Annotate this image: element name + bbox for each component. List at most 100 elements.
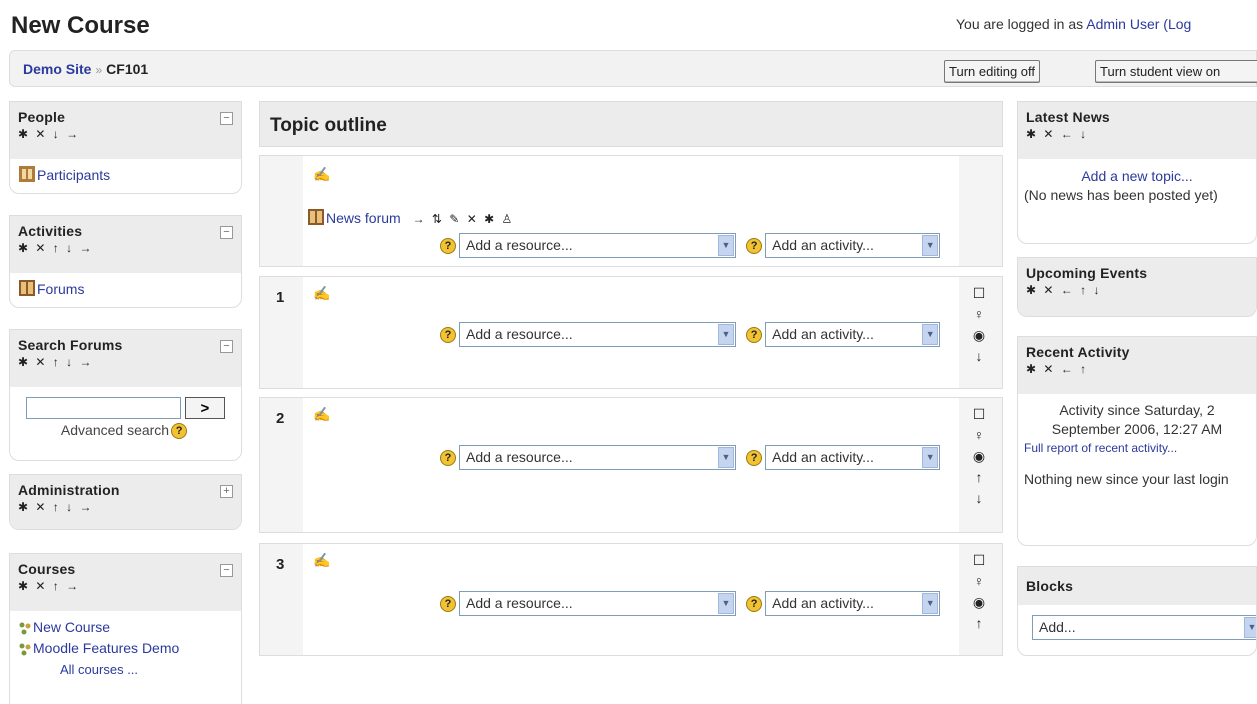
search-row: > xyxy=(18,397,233,419)
chevron-down-icon[interactable]: ▼ xyxy=(718,447,734,468)
add-block-select[interactable]: Add... ▼ xyxy=(1032,615,1256,640)
search-submit-button[interactable]: > xyxy=(184,397,225,419)
news-forum-controls[interactable]: → ⇅ ✎ ✕ ✱ ♙ xyxy=(413,212,515,226)
chevron-down-icon[interactable]: ▼ xyxy=(1244,617,1256,638)
chevron-down-icon[interactable]: ▼ xyxy=(922,235,939,256)
lightbulb-icon[interactable]: ♀ xyxy=(969,304,989,325)
collapse-icon[interactable]: − xyxy=(220,564,233,577)
chevron-down-icon[interactable]: ▼ xyxy=(922,593,939,614)
search-forums-input[interactable] xyxy=(26,397,182,419)
move-down-icon[interactable]: ↓ xyxy=(969,488,989,509)
lightbulb-icon[interactable]: ♀ xyxy=(969,571,989,592)
edit-summary-icon[interactable]: ✍ xyxy=(313,285,330,302)
block-people: People ✱ ✕ ↓ → − Participants xyxy=(9,101,242,194)
help-icon[interactable]: ? xyxy=(440,595,456,612)
section-left-bar: 2 xyxy=(260,398,303,532)
collapse-icon[interactable]: − xyxy=(220,226,233,239)
full-report-link[interactable]: Full report of recent activity... xyxy=(1024,441,1177,455)
forum-icon xyxy=(18,279,36,297)
collapse-icon[interactable]: − xyxy=(220,112,233,125)
block-body: New Course Moodle Features Demo All cour… xyxy=(10,611,241,686)
forums-link[interactable]: Forums xyxy=(37,281,84,297)
edit-summary-icon[interactable]: ✍ xyxy=(313,552,330,569)
breadcrumb: Demo Site » CF101 xyxy=(23,61,148,77)
move-up-icon[interactable]: ↑ xyxy=(969,467,989,488)
block-title: Blocks xyxy=(1026,578,1074,594)
no-news-text: (No news has been posted yet) xyxy=(1024,187,1218,203)
highlight-icon[interactable]: ☐ xyxy=(969,283,989,304)
chevron-down-icon[interactable]: ▼ xyxy=(922,324,939,345)
add-activity-label: Add an activity... xyxy=(772,326,874,342)
block-courses: Courses ✱ ✕ ↑ → − New Course Moodle Feat… xyxy=(9,553,242,704)
move-up-icon[interactable]: ↑ xyxy=(969,613,989,634)
block-controls[interactable]: ✱ ✕ ← ↑ xyxy=(1026,362,1248,382)
help-icon[interactable]: ? xyxy=(440,237,456,254)
section-2: 2 ☐ ♀ ◉ ↑ ↓ ✍ ? Add a resource... ▼ ? Add a… xyxy=(259,397,1003,533)
course-link-new-course[interactable]: New Course xyxy=(33,619,110,635)
block-title: Recent Activity xyxy=(1026,344,1130,360)
turn-student-view-on-button[interactable]: Turn student view on xyxy=(1095,60,1257,83)
section-number: 1 xyxy=(276,289,285,306)
course-icon xyxy=(18,620,32,635)
add-resource-label: Add a resource... xyxy=(466,595,573,611)
turn-editing-off-button[interactable]: Turn editing off xyxy=(944,60,1040,83)
help-icon[interactable]: ? xyxy=(171,423,188,440)
block-controls[interactable]: ✱ ✕ ← ↓ xyxy=(1026,127,1248,147)
block-header: Recent Activity ✱ ✕ ← ↑ xyxy=(1018,337,1256,394)
all-courses-link[interactable]: All courses ... xyxy=(60,662,138,677)
eye-icon[interactable]: ◉ xyxy=(969,446,989,467)
block-title: Activities xyxy=(18,223,83,239)
chevron-down-icon[interactable]: ▼ xyxy=(718,235,734,256)
add-resource-select[interactable]: Add a resource... ▼ xyxy=(459,233,736,258)
block-controls[interactable]: ✱ ✕ ↑ ↓ → xyxy=(18,500,233,520)
eye-icon[interactable]: ◉ xyxy=(969,325,989,346)
block-controls[interactable]: ✱ ✕ ← ↑ ↓ xyxy=(1026,283,1248,303)
help-icon[interactable]: ? xyxy=(746,237,763,254)
add-resource-label: Add a resource... xyxy=(466,326,573,342)
highlight-icon[interactable]: ☐ xyxy=(969,404,989,425)
help-icon[interactable]: ? xyxy=(440,449,456,466)
block-controls[interactable]: ✱ ✕ ↑ ↓ → xyxy=(18,241,233,261)
add-resource-select[interactable]: Add a resource... ▼ xyxy=(459,591,736,616)
breadcrumb-home-link[interactable]: Demo Site xyxy=(23,61,91,77)
block-title: People xyxy=(18,109,66,125)
breadcrumb-separator: » xyxy=(95,63,103,77)
help-icon[interactable]: ? xyxy=(746,595,763,612)
expand-icon[interactable]: + xyxy=(220,485,233,498)
lightbulb-icon[interactable]: ♀ xyxy=(969,425,989,446)
block-controls[interactable]: ✱ ✕ ↓ → xyxy=(18,127,233,147)
add-resource-select[interactable]: Add a resource... ▼ xyxy=(459,445,736,470)
add-activity-select[interactable]: Add an activity... ▼ xyxy=(765,233,941,258)
help-icon[interactable]: ? xyxy=(746,326,763,343)
eye-icon[interactable]: ◉ xyxy=(969,592,989,613)
highlight-icon[interactable]: ☐ xyxy=(969,550,989,571)
course-item: Moodle Features Demo xyxy=(18,638,233,659)
block-body: Add... ▼ xyxy=(1018,605,1256,650)
advanced-search-link[interactable]: Advanced search xyxy=(61,422,169,438)
login-user-link[interactable]: Admin User (Log xyxy=(1086,16,1191,32)
add-activity-select[interactable]: Add an activity... ▼ xyxy=(765,322,941,347)
section-left-bar: 3 xyxy=(260,544,303,655)
move-down-icon[interactable]: ↓ xyxy=(969,346,989,367)
news-forum-link[interactable]: News forum xyxy=(326,210,401,226)
participants-link[interactable]: Participants xyxy=(37,167,110,183)
add-activity-label: Add an activity... xyxy=(772,595,874,611)
chevron-down-icon[interactable]: ▼ xyxy=(718,593,734,614)
help-icon[interactable]: ? xyxy=(746,449,763,466)
add-resource-select[interactable]: Add a resource... ▼ xyxy=(459,322,736,347)
chevron-down-icon[interactable]: ▼ xyxy=(718,324,734,345)
section-number: 2 xyxy=(276,410,285,427)
block-controls[interactable]: ✱ ✕ ↑ → xyxy=(18,579,233,599)
help-icon[interactable]: ? xyxy=(440,326,456,343)
block-controls[interactable]: ✱ ✕ ↑ ↓ → xyxy=(18,355,233,375)
course-link-moodle-features-demo[interactable]: Moodle Features Demo xyxy=(33,640,179,656)
collapse-icon[interactable]: − xyxy=(220,340,233,353)
add-new-topic-link[interactable]: Add a new topic... xyxy=(1081,168,1192,184)
add-activity-select[interactable]: Add an activity... ▼ xyxy=(765,591,941,616)
block-title: Upcoming Events xyxy=(1026,265,1148,281)
add-activity-select[interactable]: Add an activity... ▼ xyxy=(765,445,941,470)
chevron-down-icon[interactable]: ▼ xyxy=(922,447,939,468)
section-controls: ☐ ♀ ◉ ↑ ↓ xyxy=(969,404,989,509)
edit-summary-icon[interactable]: ✍ xyxy=(313,406,330,423)
edit-summary-icon[interactable]: ✍ xyxy=(313,166,330,183)
